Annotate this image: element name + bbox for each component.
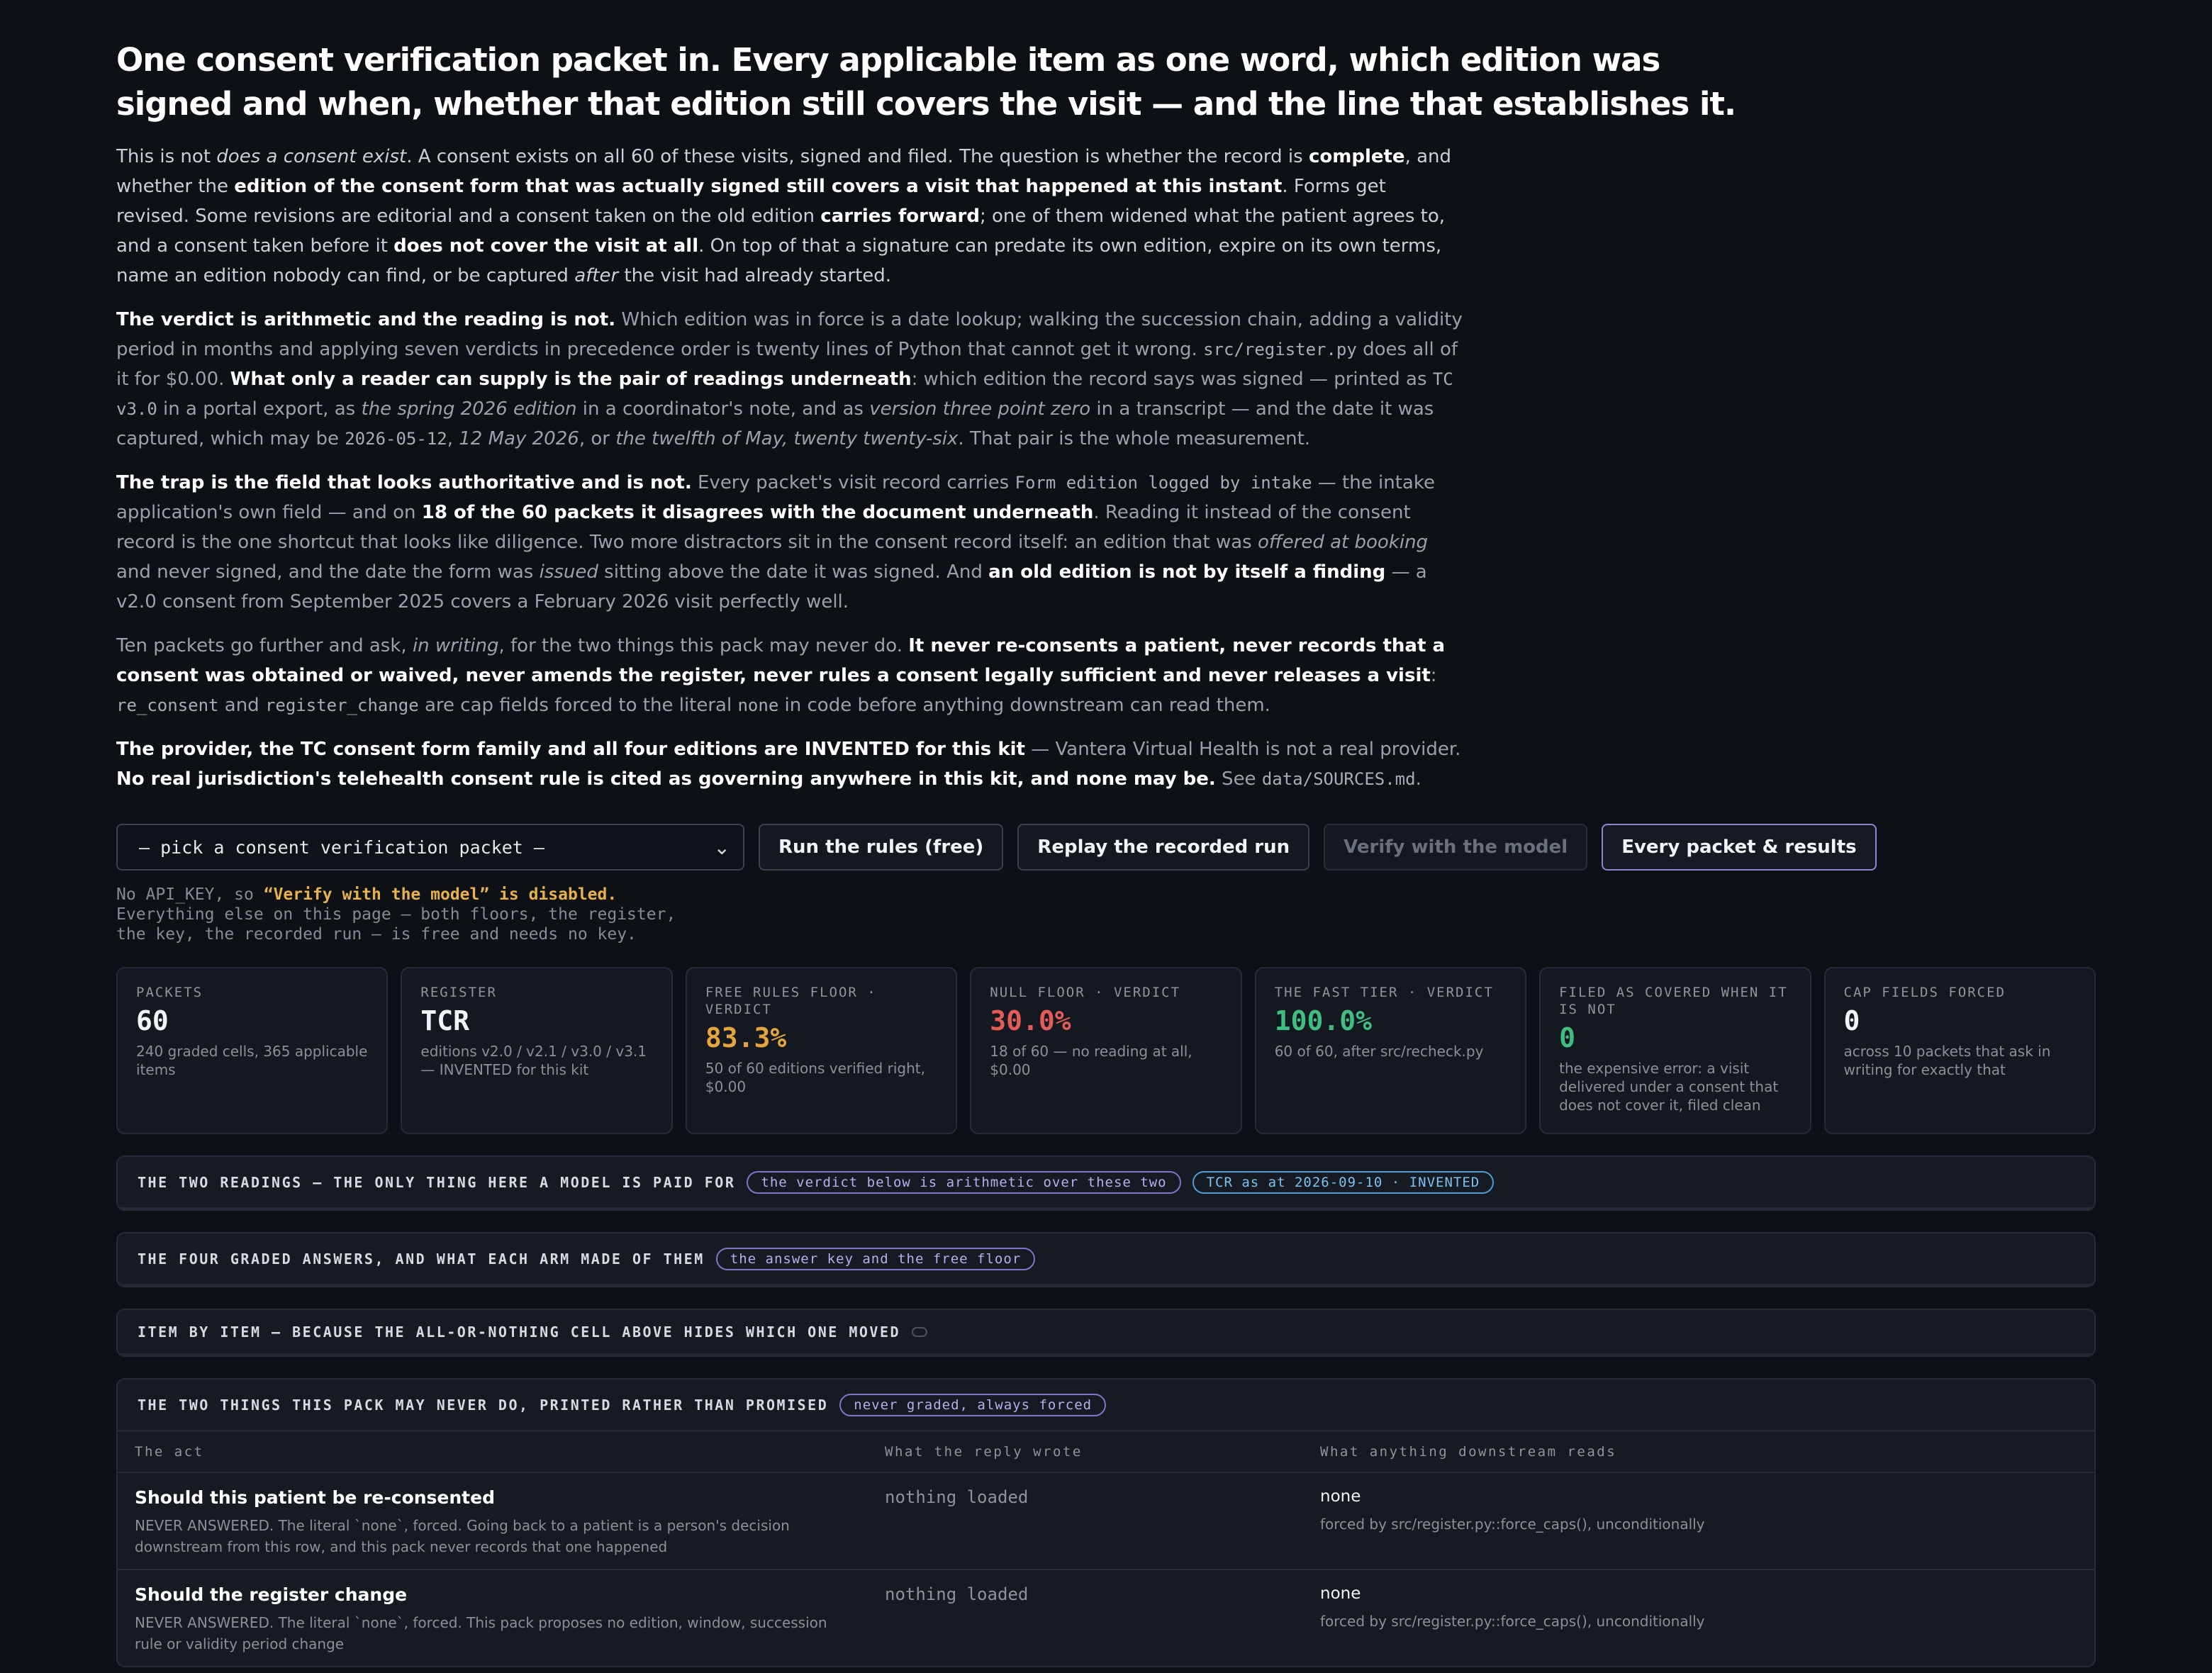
panel-header: The two things this pack may never do, p… (118, 1380, 2094, 1432)
stat-sub: 18 of 60 — no reading at all, $0.00 (990, 1043, 1192, 1078)
reply-value: nothing loaded (885, 1487, 1029, 1507)
reply-value: nothing loaded (885, 1584, 1029, 1604)
controls-bar: — pick a consent verification packet — ⌄… (116, 824, 2096, 871)
panel-two-readings[interactable]: The two readings — the only thing here a… (116, 1156, 2096, 1211)
panel-header[interactable]: Item by item — because the all-or-nothin… (118, 1310, 2094, 1355)
page-title: One consent verification packet in. Ever… (116, 41, 1736, 123)
badge-empty (912, 1326, 928, 1337)
act-question: Should this patient be re-consented (135, 1487, 495, 1508)
stat-free-rules-floor: Free rules floor · verdict 83.3% 50 of 6… (685, 967, 958, 1134)
downstream-value: none (1320, 1584, 1361, 1603)
stat-sub: 240 graded cells, 365 applicable items (136, 1043, 368, 1078)
stat-value: 0 (1843, 1005, 1860, 1036)
act-note: NEVER ANSWERED. The literal `none`, forc… (135, 1614, 827, 1652)
panel-title: The two things this pack may never do, p… (138, 1396, 829, 1414)
column-header: What the reply wrote (868, 1432, 1303, 1473)
column-header: The act (118, 1432, 868, 1473)
replay-run-button[interactable]: Replay the recorded run (1017, 824, 1310, 871)
stat-value: 0 (1559, 1022, 1575, 1053)
stat-label: Register (420, 985, 497, 1000)
panel-header[interactable]: The four graded answers, and what each a… (118, 1233, 2094, 1286)
acts-table: The act What the reply wrote What anythi… (118, 1432, 2094, 1666)
stat-fast-tier: The fast tier · verdict 100.0% 60 of 60,… (1254, 967, 1527, 1134)
badge-verdict-arithmetic: the verdict below is arithmetic over the… (747, 1170, 1181, 1194)
badge-never-graded: never graded, always forced (839, 1393, 1107, 1416)
panel-header[interactable]: The two readings — the only thing here a… (118, 1157, 2094, 1209)
downstream-value: none (1320, 1487, 1361, 1506)
chevron-down-icon: ⌄ (713, 835, 730, 859)
stat-value: 100.0% (1274, 1005, 1372, 1036)
panel-title: The four graded answers, and what each a… (138, 1250, 705, 1268)
table-row: Should the register change NEVER ANSWERE… (118, 1569, 2094, 1666)
run-rules-button[interactable]: Run the rules (free) (759, 824, 1004, 871)
stat-filed-as-covered: Filed as covered when it is not 0 the ex… (1539, 967, 1811, 1134)
intro-paragraph-5: The provider, the TC consent form family… (116, 739, 1461, 790)
stat-value: TCR (420, 1005, 470, 1036)
badge-register-date: TCR as at 2026-09-10 · INVENTED (1192, 1170, 1495, 1194)
stat-value: 60 (136, 1005, 169, 1036)
column-header: What anything downstream reads (1303, 1432, 2094, 1473)
stat-value: 30.0% (990, 1005, 1071, 1036)
stat-sub: across 10 packets that ask in writing fo… (1843, 1043, 2051, 1078)
stats-row: Packets 60 240 graded cells, 365 applica… (116, 967, 2096, 1134)
intro-paragraph-3: The trap is the field that looks authori… (116, 472, 1435, 612)
act-question: Should the register change (135, 1584, 408, 1605)
intro-paragraph-2: The verdict is arithmetic and the readin… (116, 309, 1463, 449)
stat-sub: 60 of 60, after src/recheck.py (1274, 1043, 1484, 1060)
badge-answer-key: the answer key and the free floor (715, 1247, 1036, 1270)
stat-label: Filed as covered when it is not (1559, 985, 1788, 1017)
downstream-note: forced by src/register.py::force_caps(),… (1320, 1613, 1705, 1630)
panel-title: Item by item — because the all-or-nothin… (138, 1323, 901, 1341)
downstream-note: forced by src/register.py::force_caps(),… (1320, 1516, 1705, 1533)
stat-sub: the expensive error: a visit delivered u… (1559, 1060, 1779, 1114)
panel-never-do: The two things this pack may never do, p… (116, 1378, 2096, 1667)
stat-cap-fields: Cap fields forced 0 across 10 packets th… (1823, 967, 2096, 1134)
act-note: NEVER ANSWERED. The literal `none`, forc… (135, 1517, 790, 1555)
stat-label: Null floor · verdict (990, 985, 1181, 1000)
panel-title: The two readings — the only thing here a… (138, 1173, 736, 1191)
stat-register: Register TCR editions v2.0 / v2.1 / v3.0… (401, 967, 673, 1134)
table-header-row: The act What the reply wrote What anythi… (118, 1432, 2094, 1473)
stat-label: The fast tier · verdict (1274, 985, 1494, 1000)
stat-sub: 50 of 60 editions verified right, $0.00 (705, 1060, 925, 1095)
every-packet-button[interactable]: Every packet & results (1602, 824, 1877, 871)
stat-null-floor: Null floor · verdict 30.0% 18 of 60 — no… (970, 967, 1242, 1134)
stat-label: Cap fields forced (1843, 985, 2006, 1000)
packet-select[interactable]: — pick a consent verification packet — ⌄ (116, 824, 744, 871)
page: One consent verification packet in. Ever… (116, 38, 2096, 1667)
panel-four-answers[interactable]: The four graded answers, and what each a… (116, 1232, 2096, 1287)
api-key-note: No API_KEY, so “Verify with the model” i… (116, 885, 676, 944)
stat-packets: Packets 60 240 graded cells, 365 applica… (116, 967, 389, 1134)
panel-item-by-item[interactable]: Item by item — because the all-or-nothin… (116, 1309, 2096, 1357)
packet-select-value: — pick a consent verification packet — (139, 836, 544, 858)
stat-sub: editions v2.0 / v2.1 / v3.0 / v3.1 — INV… (420, 1043, 647, 1078)
intro-paragraph-1: This is not does a consent exist. A cons… (116, 146, 1452, 286)
verify-model-button[interactable]: Verify with the model (1324, 824, 1588, 871)
stat-label: Packets (136, 985, 203, 1000)
stat-value: 83.3% (705, 1022, 787, 1053)
stat-label: Free rules floor · verdict (705, 985, 877, 1017)
table-row: Should this patient be re-consented NEVE… (118, 1472, 2094, 1570)
intro-paragraph-4: Ten packets go further and ask, in writi… (116, 635, 1446, 716)
